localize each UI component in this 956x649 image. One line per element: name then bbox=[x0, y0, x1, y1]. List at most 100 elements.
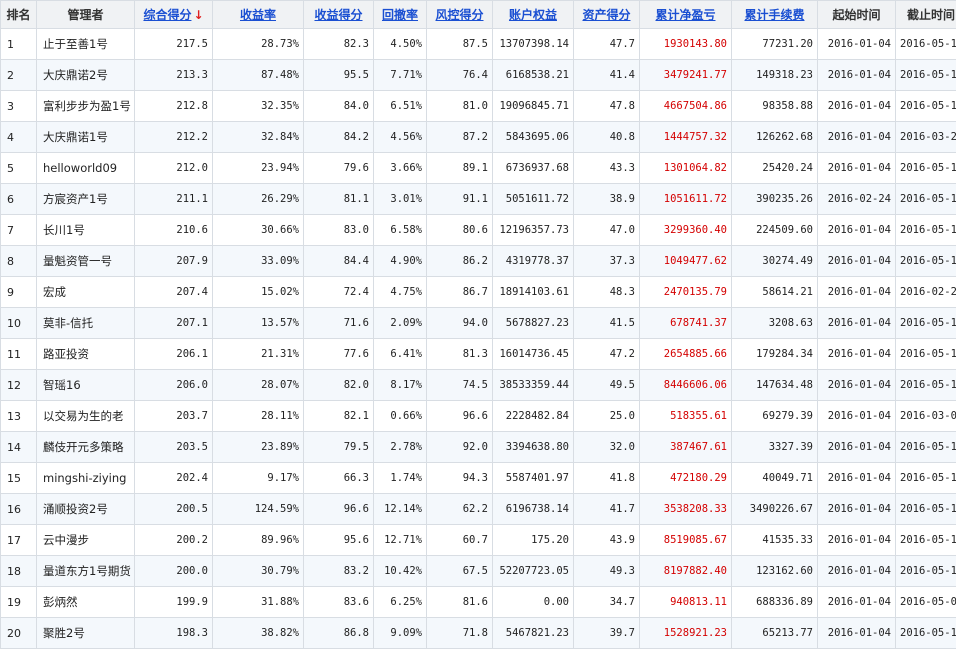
account-equity-cell: 6168538.21 bbox=[493, 60, 574, 91]
header-drawdown[interactable]: 回撤率 bbox=[374, 1, 427, 29]
rank-cell: 20 bbox=[1, 618, 37, 649]
drawdown-cell: 7.71% bbox=[374, 60, 427, 91]
table-row: 4大庆鼎诺1号212.232.84%84.24.56%87.25843695.0… bbox=[1, 122, 956, 153]
return-rate-cell: 30.66% bbox=[213, 215, 304, 246]
return-rate-cell: 26.29% bbox=[213, 184, 304, 215]
composite-score-cell: 207.4 bbox=[135, 277, 213, 308]
end-time-cell: 2016-05-16 bbox=[896, 246, 956, 277]
sort-link-return-rate[interactable]: 收益率 bbox=[240, 8, 276, 22]
start-time-cell: 2016-01-04 bbox=[818, 308, 896, 339]
asset-score-cell: 41.8 bbox=[574, 463, 640, 494]
return-rate-cell: 89.96% bbox=[213, 525, 304, 556]
rank-cell: 9 bbox=[1, 277, 37, 308]
rank-cell: 3 bbox=[1, 91, 37, 122]
start-time-cell: 2016-01-04 bbox=[818, 60, 896, 91]
manager-cell: 大庆鼎诺1号 bbox=[37, 122, 135, 153]
return-score-cell: 79.6 bbox=[304, 153, 374, 184]
cumulative-pnl-cell: 1444757.32 bbox=[640, 122, 732, 153]
rank-cell: 1 bbox=[1, 29, 37, 60]
manager-cell: 量魁资管一号 bbox=[37, 246, 135, 277]
return-rate-cell: 30.79% bbox=[213, 556, 304, 587]
drawdown-cell: 9.09% bbox=[374, 618, 427, 649]
return-rate-cell: 32.35% bbox=[213, 91, 304, 122]
composite-score-cell: 202.4 bbox=[135, 463, 213, 494]
manager-cell: 涌顺投资2号 bbox=[37, 494, 135, 525]
sort-link-risk-score[interactable]: 风控得分 bbox=[435, 8, 483, 22]
header-manager: 管理者 bbox=[37, 1, 135, 29]
drawdown-cell: 4.90% bbox=[374, 246, 427, 277]
cumulative-pnl-cell: 2654885.66 bbox=[640, 339, 732, 370]
table-row: 9宏成207.415.02%72.44.75%86.718914103.6148… bbox=[1, 277, 956, 308]
return-score-cell: 95.5 bbox=[304, 60, 374, 91]
cumulative-fees-cell: 3327.39 bbox=[732, 432, 818, 463]
cumulative-pnl-cell: 387467.61 bbox=[640, 432, 732, 463]
return-score-cell: 82.3 bbox=[304, 29, 374, 60]
drawdown-cell: 10.42% bbox=[374, 556, 427, 587]
drawdown-cell: 6.25% bbox=[374, 587, 427, 618]
end-time-cell: 2016-05-16 bbox=[896, 463, 956, 494]
header-risk-score[interactable]: 风控得分 bbox=[427, 1, 493, 29]
composite-score-cell: 210.6 bbox=[135, 215, 213, 246]
return-score-cell: 81.1 bbox=[304, 184, 374, 215]
asset-score-cell: 47.7 bbox=[574, 29, 640, 60]
sort-link-return-score[interactable]: 收益得分 bbox=[314, 8, 362, 22]
drawdown-cell: 8.17% bbox=[374, 370, 427, 401]
cumulative-fees-cell: 40049.71 bbox=[732, 463, 818, 494]
header-return-rate[interactable]: 收益率 bbox=[213, 1, 304, 29]
rank-cell: 19 bbox=[1, 587, 37, 618]
asset-score-cell: 43.9 bbox=[574, 525, 640, 556]
rank-cell: 2 bbox=[1, 60, 37, 91]
table-row: 13以交易为生的老203.728.11%82.10.66%96.62228482… bbox=[1, 401, 956, 432]
end-time-cell: 2016-05-16 bbox=[896, 308, 956, 339]
table-row: 20聚胜2号198.338.82%86.89.09%71.85467821.23… bbox=[1, 618, 956, 649]
cumulative-fees-cell: 126262.68 bbox=[732, 122, 818, 153]
composite-score-cell: 203.7 bbox=[135, 401, 213, 432]
risk-score-cell: 67.5 bbox=[427, 556, 493, 587]
sort-link-drawdown[interactable]: 回撤率 bbox=[382, 8, 418, 22]
table-row: 11路亚投资206.121.31%77.66.41%81.316014736.4… bbox=[1, 339, 956, 370]
drawdown-cell: 4.75% bbox=[374, 277, 427, 308]
header-cumulative-pnl[interactable]: 累计净盈亏 bbox=[640, 1, 732, 29]
asset-score-cell: 41.5 bbox=[574, 308, 640, 339]
asset-score-cell: 40.8 bbox=[574, 122, 640, 153]
return-rate-cell: 28.73% bbox=[213, 29, 304, 60]
asset-score-cell: 47.0 bbox=[574, 215, 640, 246]
cumulative-pnl-cell: 8519085.67 bbox=[640, 525, 732, 556]
sort-link-asset-score[interactable]: 资产得分 bbox=[582, 8, 630, 22]
header-account-equity[interactable]: 账户权益 bbox=[493, 1, 574, 29]
composite-score-cell: 213.3 bbox=[135, 60, 213, 91]
sort-link-composite-score[interactable]: 综合得分 bbox=[143, 8, 191, 22]
end-time-cell: 2016-02-28 bbox=[896, 277, 956, 308]
manager-cell: 方宸资产1号 bbox=[37, 184, 135, 215]
header-composite-score[interactable]: 综合得分↓ bbox=[135, 1, 213, 29]
return-score-cell: 83.6 bbox=[304, 587, 374, 618]
start-time-cell: 2016-02-24 bbox=[818, 184, 896, 215]
drawdown-cell: 2.09% bbox=[374, 308, 427, 339]
composite-score-cell: 203.5 bbox=[135, 432, 213, 463]
return-rate-cell: 23.89% bbox=[213, 432, 304, 463]
return-score-cell: 84.0 bbox=[304, 91, 374, 122]
drawdown-cell: 1.74% bbox=[374, 463, 427, 494]
cumulative-pnl-cell: 1051611.72 bbox=[640, 184, 732, 215]
table-row: 18量道东方1号期货200.030.79%83.210.42%67.552207… bbox=[1, 556, 956, 587]
end-time-cell: 2016-03-09 bbox=[896, 401, 956, 432]
return-rate-cell: 38.82% bbox=[213, 618, 304, 649]
return-score-cell: 82.0 bbox=[304, 370, 374, 401]
manager-cell: helloworld09 bbox=[37, 153, 135, 184]
sort-link-account-equity[interactable]: 账户权益 bbox=[509, 8, 557, 22]
drawdown-cell: 4.56% bbox=[374, 122, 427, 153]
cumulative-pnl-cell: 678741.37 bbox=[640, 308, 732, 339]
header-cumulative-fees[interactable]: 累计手续费 bbox=[732, 1, 818, 29]
cumulative-fees-cell: 224509.60 bbox=[732, 215, 818, 246]
return-rate-cell: 124.59% bbox=[213, 494, 304, 525]
end-time-cell: 2016-05-16 bbox=[896, 60, 956, 91]
sort-link-cumulative-pnl[interactable]: 累计净盈亏 bbox=[655, 8, 715, 22]
header-asset-score[interactable]: 资产得分 bbox=[574, 1, 640, 29]
return-rate-cell: 28.07% bbox=[213, 370, 304, 401]
account-equity-cell: 38533359.44 bbox=[493, 370, 574, 401]
sort-link-cumulative-fees[interactable]: 累计手续费 bbox=[744, 8, 804, 22]
header-return-score[interactable]: 收益得分 bbox=[304, 1, 374, 29]
header-end-time: 截止时间 bbox=[896, 1, 956, 29]
table-row: 6方宸资产1号211.126.29%81.13.01%91.15051611.7… bbox=[1, 184, 956, 215]
return-score-cell: 77.6 bbox=[304, 339, 374, 370]
